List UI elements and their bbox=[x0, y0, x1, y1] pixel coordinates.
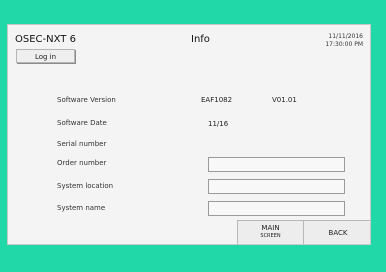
system-name-field[interactable] bbox=[208, 201, 345, 216]
system-location-field[interactable] bbox=[208, 179, 345, 194]
system-name-label: System name bbox=[57, 204, 106, 212]
main-screen-line2: SCREEN bbox=[260, 233, 281, 239]
software-date-value: 11/16 bbox=[208, 120, 229, 128]
login-button[interactable]: Log in bbox=[16, 49, 75, 63]
time-text: 17:30:00 PM bbox=[325, 41, 363, 48]
serial-number-label: Serial number bbox=[57, 140, 107, 148]
page-title: Info bbox=[191, 34, 210, 45]
date-text: 11/11/2016 bbox=[328, 33, 363, 40]
software-version-number: V01.01 bbox=[272, 96, 297, 104]
order-number-field[interactable] bbox=[208, 157, 345, 172]
software-version-label: Software Version bbox=[57, 96, 116, 104]
datetime: 11/11/2016 17:30:00 PM bbox=[325, 33, 363, 49]
system-location-label: System location bbox=[57, 182, 114, 190]
software-version-code: EAF1082 bbox=[201, 96, 233, 104]
main-screen-button[interactable]: MAIN SCREEN bbox=[237, 220, 303, 244]
back-button[interactable]: BACK bbox=[303, 220, 370, 244]
app-name: OSEC-NXT 6 bbox=[15, 34, 76, 45]
order-number-label: Order number bbox=[57, 159, 107, 167]
software-date-label: Software Date bbox=[57, 119, 107, 127]
main-screen-line1: MAIN bbox=[261, 224, 280, 232]
hmi-screen: OSEC-NXT 6 Log in Info 11/11/2016 17:30:… bbox=[7, 24, 371, 245]
